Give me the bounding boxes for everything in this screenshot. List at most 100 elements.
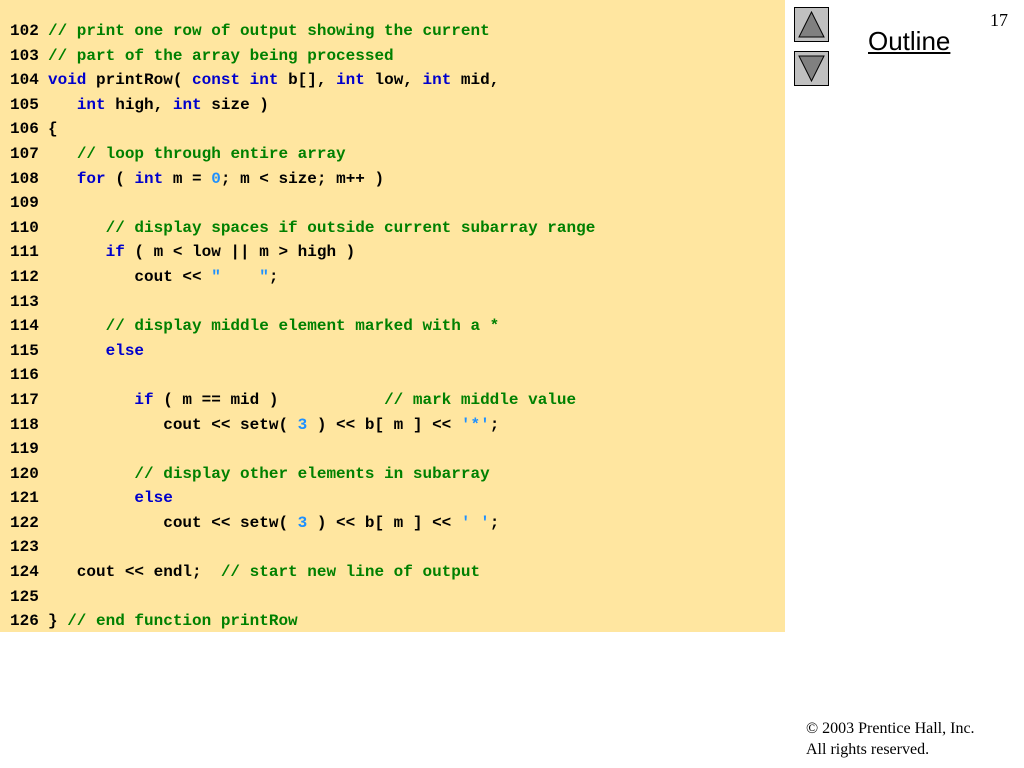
line-number: 115 <box>10 341 39 360</box>
code-line: 120 // display other elements in subarra… <box>10 462 595 487</box>
line-number: 118 <box>10 415 39 434</box>
outline-link[interactable]: Outline <box>868 26 950 57</box>
code-comment: // print one row of output showing the c… <box>48 22 490 40</box>
line-number: 106 <box>10 120 39 139</box>
line-number: 120 <box>10 464 39 483</box>
slide-number: 17 <box>990 10 1008 30</box>
code-comment: // start new line of output <box>220 563 481 582</box>
code-line: 105 int high, int size ) <box>10 93 595 118</box>
code-text: cout << setw( <box>48 415 298 434</box>
previous-slide-button[interactable] <box>794 7 829 42</box>
code-text: ) << b[ m ] << <box>307 415 461 434</box>
code-line: 108 for ( int m = 0; m < size; m++ ) <box>10 167 595 192</box>
code-line: 109 <box>10 191 595 216</box>
code-line: 113 <box>10 290 595 315</box>
line-number: 107 <box>10 144 39 163</box>
triangle-up-icon <box>798 10 825 38</box>
code-text: cout << <box>48 267 212 286</box>
line-number: 104 <box>10 71 39 90</box>
line-number: 102 <box>10 22 39 40</box>
code-text: b[], <box>278 71 337 90</box>
code-keyword: int <box>249 71 279 90</box>
code-number: 3 <box>297 415 308 434</box>
code-text: mid, <box>451 71 500 90</box>
line-number: 111 <box>10 243 39 262</box>
code-text: high, <box>105 95 173 114</box>
line-number: 105 <box>10 95 39 114</box>
code-string: ' ' <box>460 513 490 532</box>
code-line: 103 // part of the array being processed <box>10 44 595 69</box>
code-line: 111 if ( m < low || m > high ) <box>10 240 595 265</box>
copyright-line-1: © 2003 Prentice Hall, Inc. <box>806 720 975 737</box>
code-line: 122 cout << setw( 3 ) << b[ m ] << ' '; <box>10 511 595 536</box>
code-keyword: const <box>192 71 241 90</box>
code-keyword: int <box>134 169 164 188</box>
code-keyword: for <box>76 169 106 188</box>
code-comment: // part of the array being processed <box>48 46 394 65</box>
code-text: m = <box>163 169 212 188</box>
code-comment: // end function printRow <box>67 612 298 631</box>
code-comment: // display spaces if outside current sub… <box>105 218 596 237</box>
code-line: 112 cout << " "; <box>10 265 595 290</box>
code-line: 119 <box>10 437 595 462</box>
code-text: ; <box>489 513 500 532</box>
code-text: size ) <box>201 95 269 114</box>
line-number: 119 <box>10 440 39 459</box>
line-number: 114 <box>10 317 39 336</box>
code-keyword: else <box>105 341 145 360</box>
line-number: 123 <box>10 538 39 557</box>
code-comment: // display middle element marked with a … <box>105 317 500 336</box>
code-text: ; <box>268 267 279 286</box>
line-number: 121 <box>10 489 39 508</box>
code-keyword: if <box>105 243 125 262</box>
line-number: 110 <box>10 218 39 237</box>
line-number: 117 <box>10 390 39 409</box>
code-line: 124 cout << endl; // start new line of o… <box>10 560 595 585</box>
code-keyword: int <box>172 95 202 114</box>
code-comment: // loop through entire array <box>76 144 346 163</box>
code-line: 118 cout << setw( 3 ) << b[ m ] << '*'; <box>10 413 595 438</box>
code-text: ; <box>489 415 500 434</box>
code-text: cout << endl; <box>48 563 221 582</box>
line-number: 113 <box>10 292 39 311</box>
code-line: 126} // end function printRow <box>10 609 595 634</box>
copyright-notice: © 2003 Prentice Hall, Inc. All rights re… <box>806 718 975 760</box>
code-comment: // mark middle value <box>384 390 577 409</box>
code-string: '*' <box>460 415 490 434</box>
code-line: 115 else <box>10 339 595 364</box>
code-string: " " <box>211 267 269 286</box>
code-line: 102 // print one row of output showing th… <box>10 19 595 44</box>
code-comment: // display other elements in subarray <box>134 464 490 483</box>
code-line: 106 { <box>10 117 595 142</box>
code-line: 114 // display middle element marked wit… <box>10 314 595 339</box>
triangle-down-icon <box>798 55 825 83</box>
code-line: 110 // display spaces if outside current… <box>10 216 595 241</box>
code-listing: 102 // print one row of output showing th… <box>10 19 595 634</box>
code-number: 0 <box>211 169 221 188</box>
code-text: ( m < low || m > high ) <box>124 243 356 262</box>
code-keyword: int <box>422 71 452 90</box>
code-text: ; m < size; m++ ) <box>220 169 385 188</box>
code-keyword: int <box>76 95 106 114</box>
line-number: 124 <box>10 563 39 582</box>
code-text: ( <box>105 169 135 188</box>
line-number: 109 <box>10 194 39 213</box>
code-line: 117 if ( m == mid ) // mark middle value <box>10 388 595 413</box>
line-number: 108 <box>10 169 39 188</box>
code-line: 121 else <box>10 486 595 511</box>
code-text: ( m == mid ) <box>153 390 385 409</box>
code-panel: 102 // print one row of output showing th… <box>0 0 785 632</box>
next-slide-button[interactable] <box>794 51 829 86</box>
code-text: low, <box>364 71 423 90</box>
code-keyword: int <box>336 71 365 90</box>
line-number: 103 <box>10 46 39 65</box>
